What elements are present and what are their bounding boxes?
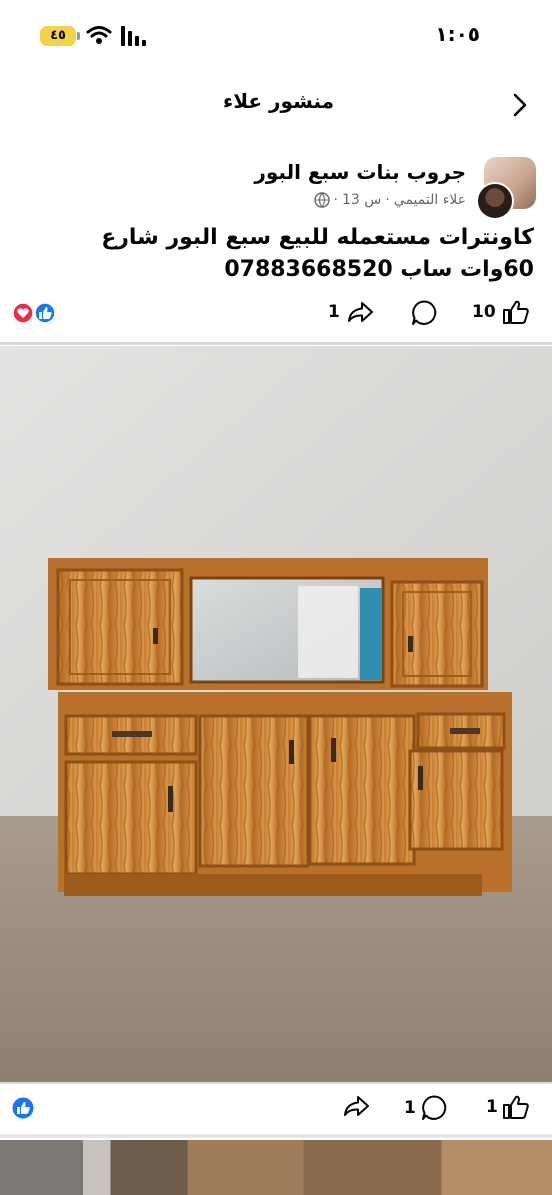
author-name[interactable]: علاء التميمي	[394, 192, 466, 208]
share-icon	[347, 302, 373, 322]
reaction-icons[interactable]	[12, 302, 58, 324]
battery-indicator: ٤٥	[40, 26, 76, 46]
next-photo-preview[interactable]	[0, 1140, 552, 1195]
like-icon	[502, 1095, 529, 1119]
share-button[interactable]: 1	[328, 300, 374, 324]
post-time: 13 س	[341, 192, 382, 208]
post-text-line: كاونترات مستعمله للبيع سبع البور شارع	[101, 225, 534, 250]
photo-comment-button[interactable]: 1	[404, 1094, 448, 1121]
like-reaction-icon[interactable]	[12, 1097, 34, 1119]
post-photo[interactable]	[0, 346, 552, 1082]
meta-separator: ·	[385, 192, 390, 208]
comment-icon[interactable]	[410, 299, 438, 326]
share-count: 1	[328, 302, 340, 322]
page-title: منشور علاء	[223, 89, 334, 113]
group-name[interactable]: جروب بنات سبع البور	[254, 160, 466, 184]
photo-comment-count: 1	[404, 1097, 416, 1118]
post-text: كاونترات مستعمله للبيع سبع البور شارع 60…	[34, 222, 534, 286]
share-icon[interactable]	[342, 1094, 370, 1118]
post-meta: علاء التميمي · 13 س ·	[313, 192, 466, 208]
wifi-icon	[86, 26, 112, 44]
divider	[0, 1134, 552, 1138]
photo-like-count: 1	[486, 1097, 498, 1117]
like-count: 10	[472, 302, 496, 322]
like-icon	[502, 300, 529, 324]
globe-icon	[313, 192, 330, 208]
author-avatar[interactable]	[476, 182, 514, 220]
divider	[0, 342, 552, 345]
back-chevron-icon[interactable]	[512, 92, 528, 118]
divider	[0, 1082, 552, 1084]
like-button[interactable]: 10	[472, 299, 530, 325]
battery-tip	[77, 32, 80, 40]
photo-like-button[interactable]: 1	[486, 1094, 530, 1120]
meta-separator: ·	[333, 192, 338, 208]
status-time: ١:٠٥	[435, 22, 480, 46]
post-text-line: 60وات ساب 07883668520	[224, 257, 534, 282]
comment-icon	[421, 1095, 447, 1120]
signal-icon	[121, 26, 146, 46]
